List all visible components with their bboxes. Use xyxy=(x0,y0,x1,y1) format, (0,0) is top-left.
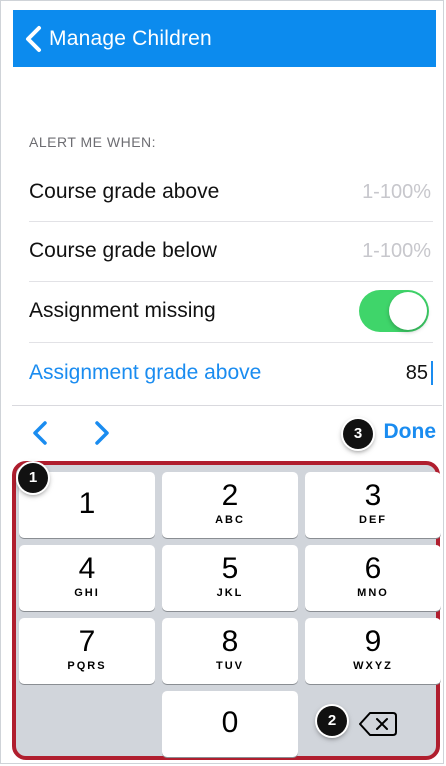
key-letters: PQRS xyxy=(67,660,107,672)
course-grade-below-field[interactable]: 1-100% xyxy=(362,240,431,263)
key-3[interactable]: 3 DEF xyxy=(305,472,441,538)
key-9[interactable]: 9 WXYZ xyxy=(305,618,441,684)
key-letters: TUV xyxy=(216,660,244,672)
key-letters: DEF xyxy=(359,514,387,526)
course-grade-above-field[interactable]: 1-100% xyxy=(362,181,431,204)
key-digit: 8 xyxy=(221,625,239,658)
text-caret xyxy=(431,361,433,386)
keyboard-accessory-bar: Done xyxy=(12,405,442,461)
callout-badge-1: 1 xyxy=(18,463,48,493)
key-digit: 3 xyxy=(364,479,382,512)
assignment-grade-above-row[interactable]: Assignment grade above 85 xyxy=(29,343,433,403)
assignment-missing-row[interactable]: Assignment missing xyxy=(29,281,433,341)
navigation-bar: Manage Children xyxy=(13,10,436,67)
row-label: Assignment grade above xyxy=(29,361,262,384)
key-digit: 2 xyxy=(221,479,239,512)
key-digit: 4 xyxy=(78,552,96,585)
key-0[interactable]: 0 xyxy=(162,691,298,757)
key-letters: ABC xyxy=(215,514,245,526)
assignment-grade-above-input-wrap[interactable]: 85 xyxy=(406,361,433,386)
key-letters: MNO xyxy=(357,587,389,599)
backspace-icon[interactable] xyxy=(358,709,398,739)
key-letters: GHI xyxy=(74,587,100,599)
key-8[interactable]: 8 TUV xyxy=(162,618,298,684)
key-digit: 0 xyxy=(221,706,239,739)
callout-badge-2: 2 xyxy=(317,706,347,736)
key-digit: 5 xyxy=(221,552,239,585)
key-2[interactable]: 2 ABC xyxy=(162,472,298,538)
row-label: Course grade above xyxy=(29,180,220,203)
back-chevron-icon[interactable] xyxy=(23,25,45,53)
back-button-label[interactable]: Manage Children xyxy=(49,27,212,51)
toggle-knob xyxy=(389,292,427,330)
key-6[interactable]: 6 MNO xyxy=(305,545,441,611)
done-button[interactable]: Done xyxy=(384,420,437,444)
key-7[interactable]: 7 PQRS xyxy=(19,618,155,684)
row-label: Course grade below xyxy=(29,239,217,262)
previous-field-chevron-icon[interactable] xyxy=(28,419,52,447)
key-digit: 6 xyxy=(364,552,382,585)
section-header: ALERT ME WHEN: xyxy=(29,134,157,150)
next-field-chevron-icon[interactable] xyxy=(90,419,114,447)
course-grade-above-row[interactable]: Course grade above 1-100% xyxy=(29,162,433,222)
key-digit: 1 xyxy=(78,487,96,520)
key-digit: 7 xyxy=(78,625,96,658)
course-grade-below-row[interactable]: Course grade below 1-100% xyxy=(29,221,433,281)
key-letters: WXYZ xyxy=(353,660,393,672)
numeric-keypad: 1 2 ABC 3 DEF 4 GHI 5 JKL 6 MNO 7 PQRS 8… xyxy=(12,461,441,760)
key-4[interactable]: 4 GHI xyxy=(19,545,155,611)
row-label: Assignment missing xyxy=(29,299,216,322)
assignment-grade-above-input[interactable]: 85 xyxy=(406,362,428,384)
key-letters: JKL xyxy=(216,587,244,599)
key-5[interactable]: 5 JKL xyxy=(162,545,298,611)
key-digit: 9 xyxy=(364,625,382,658)
assignment-missing-toggle[interactable] xyxy=(359,290,429,332)
callout-badge-3: 3 xyxy=(343,419,373,449)
